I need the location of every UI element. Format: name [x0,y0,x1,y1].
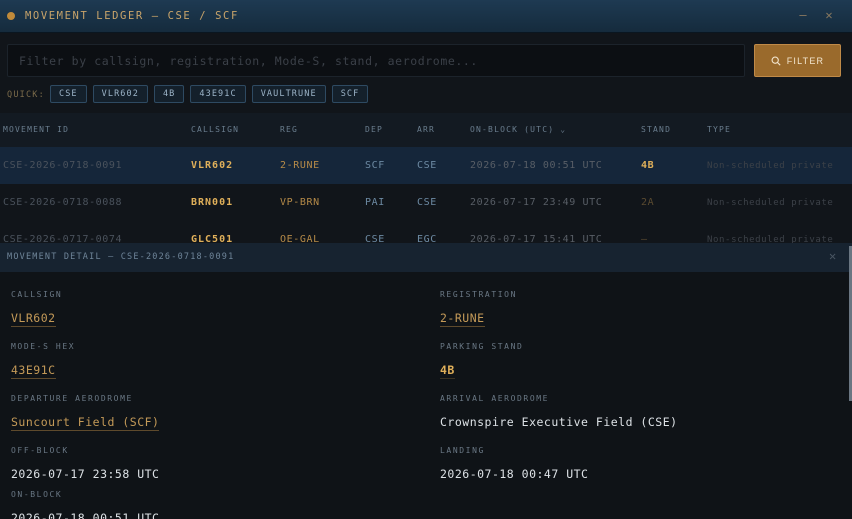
search-icon [771,56,781,66]
quick-chip[interactable]: SCF [331,85,369,103]
cell-callsign: GLC501 [191,234,234,243]
field-off-block: OFF-BLOCK 2026-07-17 23:58 UTC [11,446,159,481]
departure-aerodrome-link[interactable]: Suncourt Field (SCF) [11,415,160,431]
field-modes-hex: MODE-S HEX 43E91C [11,342,75,379]
cell-arr: EGC [417,234,437,243]
column-header-reg[interactable]: REG [280,125,298,134]
filter-button[interactable]: FILTER [754,44,841,77]
cell-stand: 4B [641,160,655,171]
quick-chip[interactable]: CSE [50,85,87,103]
cell-onblock: 2026-07-17 23:49 UTC [470,197,603,208]
detail-title: MOVEMENT DETAIL — CSE-2026-0718-0091 [7,252,235,262]
field-label: DEPARTURE AERODROME [11,394,133,403]
field-label: ARRIVAL AERODROME [440,394,550,403]
column-header-stand[interactable]: STAND [641,125,671,134]
field-arrival: ARRIVAL AERODROME Crownspire Executive F… [440,394,678,429]
field-registration: REGISTRATION 2-RUNE [440,290,517,327]
field-departure: DEPARTURE AERODROME Suncourt Field (SCF) [11,394,160,431]
on-block-value: 2026-07-18 00:51 UTC [11,511,160,519]
arrival-aerodrome-value: Crownspire Executive Field (CSE) [440,415,678,429]
cell-dep: CSE [365,234,385,243]
table-header: MOVEMENT ID CALLSIGN REG DEP ARR ON-BLOC… [0,113,852,147]
column-header-type[interactable]: TYPE [707,125,731,134]
cell-reg: VP-BRN [280,197,320,208]
cell-reg: 2-RUNE [280,160,320,171]
field-label: ON-BLOCK [11,490,63,499]
cell-callsign: VLR602 [191,160,234,171]
field-label: PARKING STAND [440,342,524,351]
cell-onblock: 2026-07-17 15:41 UTC [470,234,603,243]
column-header-id[interactable]: MOVEMENT ID [3,125,69,134]
cell-dep: PAI [365,197,385,208]
cell-callsign: BRN001 [191,197,234,208]
quick-chip[interactable]: 4B [153,85,185,103]
field-label: LANDING [440,446,485,455]
cell-movement-id: CSE-2026-0718-0088 [3,197,123,208]
callsign-link[interactable]: VLR602 [11,311,56,327]
field-label: REGISTRATION [440,290,517,299]
field-label: CALLSIGN [11,290,63,299]
title-bar: MOVEMENT LEDGER — CSE / SCF — ✕ [0,0,852,33]
cell-movement-id: CSE-2026-0717-0074 [3,234,123,243]
movement-ledger-window: MOVEMENT LEDGER — CSE / SCF — ✕ FILTER Q… [0,0,852,519]
field-callsign: CALLSIGN VLR602 [11,290,62,327]
table-row[interactable]: CSE-2026-0717-0074 GLC501 OE-GAL CSE EGC… [0,221,852,243]
quick-filters-label: QUICK: [7,90,45,100]
filter-toolbar: FILTER QUICK: CSE VLR602 4B 43E91C VAULT… [0,33,852,113]
cell-stand: 2A [641,197,655,208]
detail-header: MOVEMENT DETAIL — CSE-2026-0718-0091 ✕ [0,243,852,272]
quick-chip[interactable]: VLR602 [92,85,148,103]
column-header-callsign[interactable]: CALLSIGN [191,125,239,134]
minimize-button[interactable]: — [796,8,810,22]
modes-hex-link[interactable]: 43E91C [11,363,56,379]
column-header-dep[interactable]: DEP [365,125,383,134]
cell-type: Non-scheduled private [707,235,834,243]
field-on-block: ON-BLOCK 2026-07-18 00:51 UTC [11,490,159,519]
filter-button-label: FILTER [786,55,825,66]
field-landing: LANDING 2026-07-18 00:47 UTC [440,446,588,481]
status-dot-icon [7,12,15,20]
window-title: MOVEMENT LEDGER — CSE / SCF [25,10,239,22]
quick-chip[interactable]: VAULTRUNE [251,85,326,103]
cell-type: Non-scheduled private [707,161,834,171]
cell-movement-id: CSE-2026-0718-0091 [3,160,123,171]
field-label: MODE-S HEX [11,342,76,351]
field-parking-stand: PARKING STAND 4B [440,342,523,379]
landing-value: 2026-07-18 00:47 UTC [440,467,589,481]
column-header-arr[interactable]: ARR [417,125,435,134]
cell-dep: SCF [365,160,385,171]
quick-chip[interactable]: 43E91C [190,85,246,103]
cell-type: Non-scheduled private [707,198,834,208]
cell-arr: CSE [417,197,437,208]
off-block-value: 2026-07-17 23:58 UTC [11,467,160,481]
search-input[interactable] [7,44,745,77]
field-label: OFF-BLOCK [11,446,69,455]
cell-arr: CSE [417,160,437,171]
table-row[interactable]: CSE-2026-0718-0088 BRN001 VP-BRN PAI CSE… [0,184,852,221]
movement-detail-panel: MOVEMENT DETAIL — CSE-2026-0718-0091 ✕ C… [0,243,852,519]
cell-onblock: 2026-07-18 00:51 UTC [470,160,603,171]
cell-reg: OE-GAL [280,234,320,243]
movement-table: MOVEMENT ID CALLSIGN REG DEP ARR ON-BLOC… [0,113,852,243]
cell-stand: — [641,234,648,243]
table-row[interactable]: CSE-2026-0718-0091 VLR602 2-RUNE SCF CSE… [0,147,852,184]
parking-stand-link[interactable]: 4B [440,363,455,379]
quick-filter-chips: CSE VLR602 4B 43E91C VAULTRUNE SCF [50,85,369,103]
column-header-onblock[interactable]: ON-BLOCK (UTC) ⌄ [470,125,566,134]
close-detail-button[interactable]: ✕ [829,249,836,263]
close-window-button[interactable]: ✕ [822,8,836,22]
registration-link[interactable]: 2-RUNE [440,311,485,327]
